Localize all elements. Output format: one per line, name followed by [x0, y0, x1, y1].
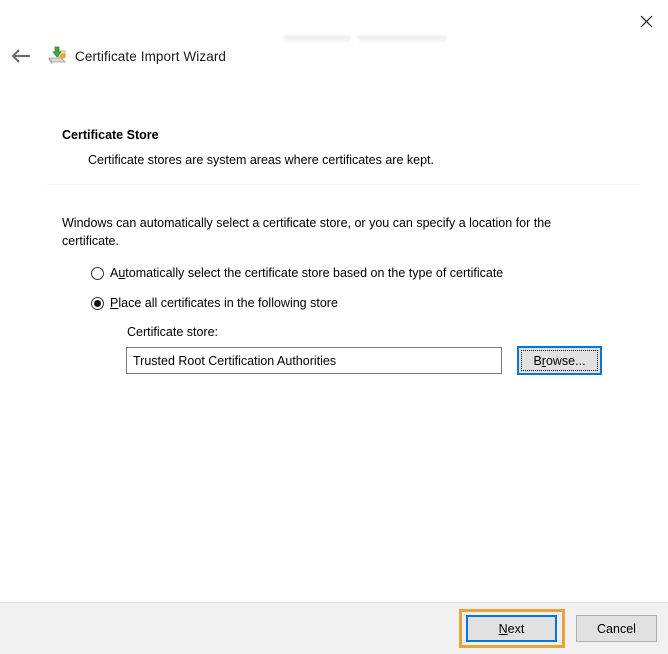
redaction-smudge: [357, 35, 447, 41]
close-icon: [640, 15, 653, 28]
footer-button-bar: [0, 602, 668, 654]
radio-button-selected-icon[interactable]: [91, 297, 104, 310]
radio-place-in-store[interactable]: Place all certificates in the following …: [91, 296, 338, 310]
close-button[interactable]: [634, 10, 658, 32]
certificate-store-label: Certificate store:: [127, 325, 218, 339]
page-title: Certificate Import Wizard: [75, 49, 226, 64]
next-button[interactable]: Next: [466, 615, 557, 642]
section-heading: Certificate Store: [62, 128, 159, 142]
radio-place-label: Place all certificates in the following …: [110, 296, 338, 310]
section-description: Certificate stores are system areas wher…: [88, 153, 434, 167]
browse-button[interactable]: Browse...: [517, 346, 602, 375]
radio-automatic-label: Automatically select the certificate sto…: [110, 266, 503, 280]
intro-text: Windows can automatically select a certi…: [62, 214, 610, 250]
redaction-smudge: [283, 35, 351, 41]
section-divider: [47, 184, 640, 185]
radio-automatic-store[interactable]: Automatically select the certificate sto…: [91, 266, 503, 280]
certificate-import-wizard-icon: [46, 45, 67, 66]
cancel-button[interactable]: Cancel: [576, 615, 657, 642]
back-arrow-icon: [10, 47, 32, 65]
certificate-store-input[interactable]: [126, 347, 502, 374]
radio-button-icon[interactable]: [91, 267, 104, 280]
back-button[interactable]: [10, 47, 32, 65]
